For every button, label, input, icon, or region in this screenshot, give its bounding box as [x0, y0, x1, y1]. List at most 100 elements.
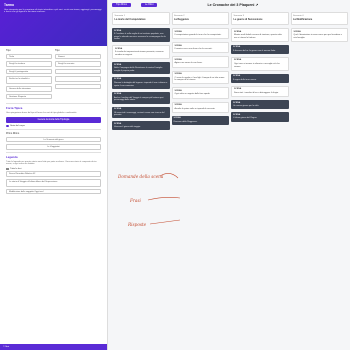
field-right-1[interactable]: Scegli lo scenario — [55, 61, 101, 67]
scene-card[interactable]: SCENA Quel il dominatore io sono sacro pe… — [290, 28, 348, 42]
scene-text: Ci sono le regole e i loro figli: il tem… — [174, 76, 225, 82]
scene-tag: SCENA — [114, 63, 122, 66]
scene-tag: SCENA — [174, 104, 182, 107]
scene-card[interactable]: SCENA Agisce ora senza la sua forza. — [171, 56, 229, 68]
column-header[interactable]: Scenario 1 La morte del Conquistatore — [112, 12, 170, 25]
column-header-name: La Modificazione — [293, 17, 313, 21]
field-left-4[interactable]: Genere della situazione — [6, 86, 52, 92]
scene-card[interactable]: SCENA Un nuovo giorno per la città. — [231, 100, 289, 110]
scene-card[interactable]: SCENA Il conquistatore guarda le terre ch… — [171, 28, 229, 40]
scene-card[interactable]: SCENA Nella Campagna della Resistenza la … — [112, 62, 170, 74]
field-left-0[interactable]: Titolo — [6, 53, 52, 59]
scene-text: Un nuovo giorno per la città. — [233, 105, 259, 108]
scene-tag: SCENA — [233, 101, 241, 104]
field-right-2[interactable] — [55, 68, 101, 74]
scene-card[interactable]: SCENA Rimane la battaglia del legame: ris… — [112, 76, 170, 89]
bottom-field-0[interactable]: Scena Ricordata Relativa 02 — [6, 171, 101, 177]
generate-story-button[interactable]: Genera la storia della Tipologia — [6, 116, 101, 123]
scene-card[interactable]: SCENA Riunione della Reggenza. — [171, 115, 229, 125]
radio-icon[interactable] — [6, 124, 9, 128]
scene-text: Sono stati i cavalieri d'oro a distrugge… — [234, 92, 279, 95]
sidebar-description: Uno strumento per la creazione di storie… — [4, 8, 102, 14]
scene-text: Il Cavaliere è sulla soglia di un territ… — [114, 33, 166, 41]
column-header-name: La morte del Conquistatore — [114, 17, 146, 21]
topbar-pill-2[interactable]: Le Ritmi — [141, 3, 158, 7]
scene-card[interactable]: SCENA Ogni volta un segreto della loro sp… — [171, 87, 229, 99]
scene-tag: SCENA — [114, 108, 122, 110]
field-left-3[interactable]: Scelta tra le attualità a — [6, 76, 52, 84]
scene-card[interactable]: SCENA Il nemico cerca una frase che lo ra… — [171, 42, 229, 54]
scene-text: Il conquistatore guarda le terre che ha … — [174, 34, 222, 37]
scene-tag: SCENA — [234, 88, 242, 91]
scene-text: Gli sono tutti i messaggi, scriverà come… — [114, 111, 165, 117]
scene-tag: SCENA — [114, 78, 122, 81]
scene-tag: SCENA — [114, 93, 122, 96]
scene-text: Ogni volta un segreto della loro spada. — [174, 93, 211, 96]
scene-tag: SCENA — [234, 30, 242, 33]
divider — [6, 129, 101, 131]
bottom-field-2[interactable]: Modificatore della soggetto Oggi trasl — [6, 188, 101, 195]
radio-label: Stato del corpo — [10, 124, 25, 127]
scene-tag: SCENA — [173, 117, 181, 120]
story-column: Scenario 1 La morte del Conquistatore SCEN… — [112, 12, 170, 350]
legenda-title: Legenda — [6, 154, 18, 159]
scene-tag: SCENA — [233, 75, 241, 78]
forza-note: Una spiegazione breve del tipo di forza … — [6, 112, 77, 114]
scene-text: Il nemico cerca una frase che lo raccont… — [174, 48, 213, 51]
scene-card[interactable]: SCENA Sono stati i cavalieri d'oro a dist… — [231, 85, 289, 98]
scene-card[interactable]: SCENA Gli sono tutti i messaggi, scriverà… — [112, 106, 170, 119]
scene-tag: SCENA — [174, 30, 182, 33]
app-root: Tarmo Uno strumento per la creazione di … — [0, 0, 350, 350]
field-left-1[interactable]: Scegli la struttura — [6, 61, 52, 67]
scene-card[interactable]: SCENA L'ultimo giorno del Regno. — [231, 112, 289, 122]
annotation-domande: Domande della scena — [118, 174, 164, 179]
field-left-2[interactable]: Scegli il protagonista — [6, 68, 52, 74]
field-right-3[interactable] — [55, 76, 101, 82]
column-header-type: Scenario 3 — [233, 14, 244, 17]
column-header[interactable]: Scenario 4 La Modificazione — [290, 12, 348, 25]
scene-text: Agisce ora senza la sua forza. — [174, 62, 203, 65]
primo-field-1[interactable]: Le Viaggiatori — [6, 144, 101, 150]
scene-text: L'ultimo giorno del Regno. — [233, 117, 258, 120]
scene-card[interactable]: SCENA Anche il confine del Viaggio è semp… — [112, 91, 170, 104]
form-section: Tipo Titolo Scegli la struttura Scegli i… — [0, 46, 107, 199]
page-title: Le Cronache dei 3 Plaqueni ↗ — [207, 3, 259, 7]
column-header[interactable]: Scenario 3 Le guerre di Successione — [231, 12, 289, 25]
field-right-0[interactable]: Sinossi — [55, 53, 101, 59]
column-header[interactable]: Scenario 2 La Reggenza — [171, 12, 229, 25]
scene-card[interactable]: SCENA Il discorso del re: la guerra non è… — [231, 44, 289, 54]
bottom-field-1[interactable]: La storia di Viaggio all'ultima difesa d… — [6, 178, 101, 187]
scene-text: Quel il dominatore io sono sacro per que… — [293, 34, 342, 39]
scene-tag: SCENA — [174, 73, 182, 76]
column-header-type: Scenario 4 — [293, 14, 304, 17]
checkbox-icon[interactable] — [6, 167, 9, 171]
scene-card[interactable]: SCENA Il regno delle terre nuove. — [231, 73, 289, 83]
scene-card[interactable]: SCENA Ascolta la prima volta e rispondi a… — [171, 101, 229, 113]
scene-text: Anche il confine del Viaggio è sempre pi… — [114, 96, 165, 102]
tab-left[interactable]: Tipo — [6, 49, 52, 52]
scene-text: Vennero il giorno del viaggio. — [114, 126, 141, 129]
story-column: Scenario 2 La Reggenza SCENA Il conquistato… — [171, 12, 229, 350]
scene-text: Nella Campagna della Resistenza la nostr… — [114, 67, 163, 72]
field-left-5[interactable]: Gestione Risposta — [6, 93, 52, 99]
radio-option[interactable]: Stato del corpo — [6, 124, 101, 128]
sidebar: Tarmo Uno strumento per la creazione di … — [0, 0, 108, 350]
scene-card[interactable]: SCENA Ci sono le regole e i loro figli: i… — [171, 70, 229, 85]
scene-card[interactable]: SCENA Ogni cosa si muove in silenzio e ra… — [231, 56, 289, 71]
column-header-type: Scenario 1 — [114, 14, 125, 17]
scene-card[interactable]: SCENA Mentre molti fedeli cercano di rien… — [231, 28, 289, 42]
scene-card[interactable]: SCENA Il ricordo dei sopravvissuti rimane… — [112, 45, 170, 60]
scene-text: Riunione della Reggenza. — [173, 120, 198, 123]
scene-text: Rimane la battaglia del legame: risponde… — [114, 82, 168, 87]
primo-field-0[interactable]: Lo Scenario del gioco — [6, 136, 101, 143]
legenda-note: Tutte le legenda per questa storia sono … — [6, 160, 97, 166]
tab-right[interactable]: Tipo — [55, 49, 101, 52]
scene-card[interactable]: SCENA Il Cavaliere è sulla soglia di un t… — [112, 28, 170, 43]
topbar-pill[interactable]: Tipo Ritmo — [112, 3, 132, 7]
primo-label: Primo Ritmo — [6, 132, 20, 136]
scene-card[interactable]: SCENA Vennero il giorno del viaggio. — [112, 121, 170, 131]
scene-tag: SCENA — [174, 44, 182, 47]
checkbox-option[interactable]: Tutte le fasi — [6, 167, 101, 171]
field-right-4[interactable] — [55, 83, 101, 89]
divider — [6, 151, 101, 153]
